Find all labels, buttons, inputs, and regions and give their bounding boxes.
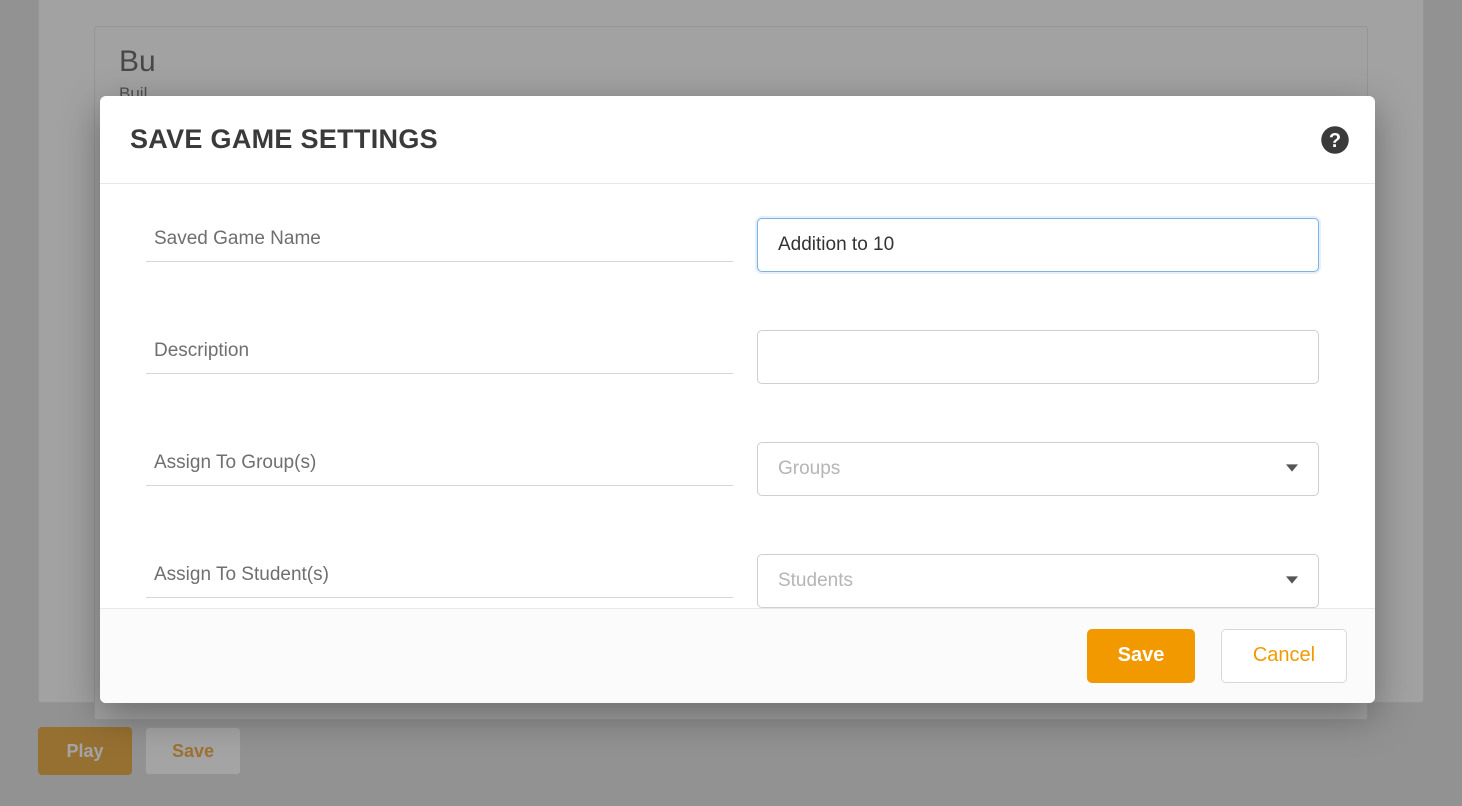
form-row-name: Saved Game Name: [146, 218, 1319, 272]
modal-body: Saved Game Name Description Assign To Gr…: [100, 184, 1375, 608]
form-row-students: Assign To Student(s) Students: [146, 554, 1319, 608]
help-icon[interactable]: ?: [1319, 124, 1351, 156]
save-button[interactable]: Save: [1087, 629, 1195, 683]
modal-header: SAVE GAME SETTINGS ?: [100, 96, 1375, 184]
svg-text:?: ?: [1329, 130, 1341, 152]
students-select[interactable]: Students: [757, 554, 1319, 608]
groups-select[interactable]: Groups: [757, 442, 1319, 496]
assign-students-label: Assign To Student(s): [146, 564, 733, 598]
form-row-groups: Assign To Group(s) Groups: [146, 442, 1319, 496]
modal-title: SAVE GAME SETTINGS: [130, 124, 438, 155]
caret-down-icon: [1286, 570, 1298, 592]
cancel-button[interactable]: Cancel: [1221, 629, 1347, 683]
caret-down-icon: [1286, 458, 1298, 480]
students-select-placeholder: Students: [778, 570, 853, 592]
save-game-settings-modal: SAVE GAME SETTINGS ? Saved Game Name Des…: [100, 96, 1375, 703]
groups-select-placeholder: Groups: [778, 458, 840, 480]
modal-footer: Save Cancel: [100, 608, 1375, 703]
form-row-description: Description: [146, 330, 1319, 384]
assign-groups-label: Assign To Group(s): [146, 452, 733, 486]
description-input[interactable]: [757, 330, 1319, 384]
saved-game-name-label: Saved Game Name: [146, 228, 733, 262]
description-label: Description: [146, 340, 733, 374]
saved-game-name-input[interactable]: [757, 218, 1319, 272]
